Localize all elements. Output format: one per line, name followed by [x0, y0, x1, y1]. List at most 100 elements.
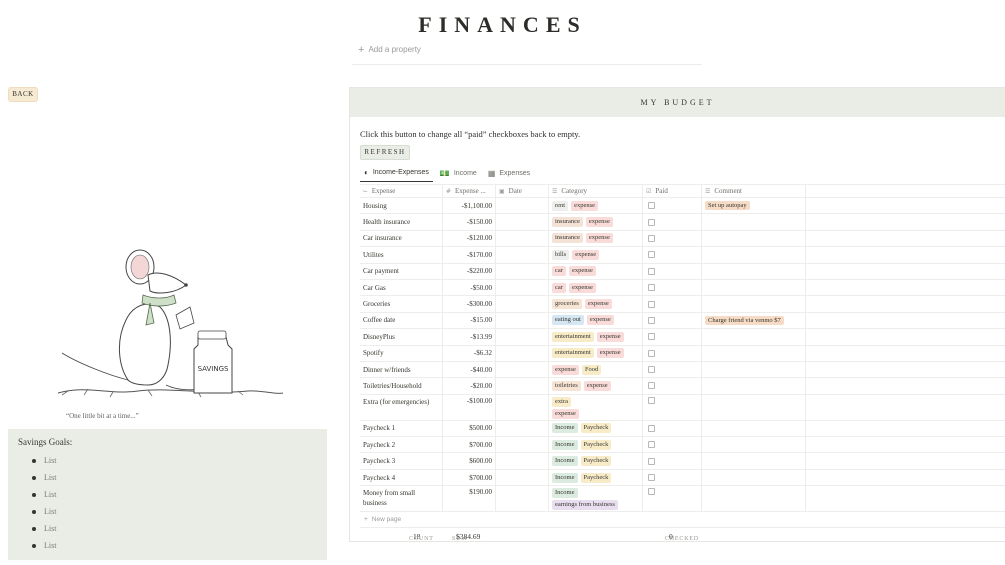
date-cell[interactable] [496, 230, 549, 247]
column-paid[interactable]: ☑ Paid [643, 185, 702, 197]
table-row[interactable]: Dinner w/friends -$40.00 expense Food [360, 361, 1005, 379]
date-cell[interactable] [496, 345, 549, 361]
expense-name-cell[interactable]: Car Gas [360, 279, 443, 296]
amount-cell[interactable]: -$13.99 [443, 329, 496, 345]
paid-checkbox[interactable] [648, 457, 655, 465]
category-cell[interactable]: Income Paycheck [549, 453, 643, 469]
amount-cell[interactable]: -$300.00 [443, 296, 496, 312]
expense-name-cell[interactable]: Paycheck 4 [360, 469, 443, 486]
date-cell[interactable] [496, 279, 549, 296]
paid-checkbox[interactable] [648, 349, 655, 357]
date-cell[interactable] [496, 329, 549, 345]
date-cell[interactable] [496, 469, 549, 486]
comment-cell[interactable] [702, 263, 806, 279]
table-row[interactable]: Health insurance -$150.00 insurance expense [360, 214, 1005, 231]
expense-name-cell[interactable]: Dinner w/friends [360, 361, 443, 378]
date-cell[interactable] [496, 312, 549, 329]
paid-checkbox[interactable] [648, 267, 655, 275]
expense-name-cell[interactable]: Housing [360, 198, 443, 214]
expense-name-cell[interactable]: DisneyPlus [360, 329, 443, 345]
category-cell[interactable]: Income Paycheck [549, 420, 643, 437]
comment-cell[interactable] [702, 361, 806, 378]
comment-cell[interactable] [702, 296, 806, 312]
category-cell[interactable]: toiletries expense [549, 378, 643, 394]
category-cell[interactable]: entertainment expense [549, 345, 643, 361]
column-date[interactable]: ▣ Date [496, 185, 549, 197]
table-row[interactable]: Money from small business $190.00 Income ea… [360, 486, 1005, 513]
comment-cell[interactable] [702, 486, 806, 512]
amount-cell[interactable]: -$120.00 [443, 230, 496, 247]
savings-list-item[interactable]: List [32, 486, 317, 503]
comment-cell[interactable] [702, 453, 806, 469]
expense-name-cell[interactable]: Paycheck 2 [360, 437, 443, 453]
table-row[interactable]: Paycheck 3 $600.00 Income Paycheck [360, 453, 1005, 470]
tab-income-expenses[interactable]: ◐ Income-Expenses [360, 168, 433, 182]
comment-cell[interactable] [702, 420, 806, 437]
amount-cell[interactable]: $190.00 [443, 486, 496, 512]
date-cell[interactable] [496, 361, 549, 378]
date-cell[interactable] [496, 263, 549, 279]
expense-name-cell[interactable]: Spotify [360, 345, 443, 361]
paid-checkbox[interactable] [648, 251, 655, 259]
date-cell[interactable] [496, 437, 549, 453]
date-cell[interactable] [496, 420, 549, 437]
date-cell[interactable] [496, 296, 549, 312]
category-cell[interactable]: rent expense [549, 198, 643, 214]
table-row[interactable]: Paycheck 4 $700.00 Income Paycheck [360, 469, 1005, 487]
paid-checkbox[interactable] [648, 424, 655, 432]
comment-cell[interactable] [702, 247, 806, 263]
amount-cell[interactable]: $500.00 [443, 420, 496, 437]
comment-cell[interactable] [702, 437, 806, 453]
expense-name-cell[interactable]: Paycheck 3 [360, 453, 443, 469]
table-row[interactable]: Housing -$1,100.00 rent expense Set up autop… [360, 198, 1005, 215]
column-expense[interactable]: ⌳ Expense [360, 185, 443, 197]
comment-cell[interactable] [702, 329, 806, 345]
date-cell[interactable] [496, 247, 549, 263]
sum-summary[interactable]: SUM $384.69 [452, 532, 480, 542]
table-row[interactable]: Extra (for emergencies) -$100.00 extra expe… [360, 394, 1005, 421]
expense-name-cell[interactable]: Extra (for emergencies) [360, 394, 443, 420]
amount-cell[interactable]: $600.00 [443, 453, 496, 469]
table-row[interactable]: Toiletries/Household -$20.00 toiletries exp… [360, 378, 1005, 395]
comment-cell[interactable]: Set up autopay [702, 198, 806, 214]
expense-name-cell[interactable]: Toiletries/Household [360, 378, 443, 394]
add-property-button[interactable]: + Add a property [358, 44, 421, 55]
table-row[interactable]: Car Gas -$50.00 car expense [360, 279, 1005, 297]
category-cell[interactable]: car expense [549, 279, 643, 296]
amount-cell[interactable]: -$40.00 [443, 361, 496, 378]
category-cell[interactable]: groceries expense [549, 296, 643, 312]
column-comment[interactable]: ☰ Comment [702, 185, 806, 197]
savings-list-item[interactable]: List [32, 452, 317, 469]
amount-cell[interactable]: -$6.32 [443, 345, 496, 361]
expense-name-cell[interactable]: Car payment [360, 263, 443, 279]
comment-cell[interactable] [702, 469, 806, 486]
category-cell[interactable]: Income earnings from business [549, 486, 643, 512]
category-cell[interactable]: entertainment expense [549, 329, 643, 345]
amount-cell[interactable]: -$100.00 [443, 394, 496, 420]
paid-checkbox[interactable] [648, 333, 655, 341]
amount-cell[interactable]: -$1,100.00 [443, 198, 496, 214]
category-cell[interactable]: bills expense [549, 247, 643, 263]
category-cell[interactable]: extra expense [549, 394, 643, 420]
table-row[interactable]: Car payment -$220.00 car expense [360, 263, 1005, 280]
category-cell[interactable]: Income Paycheck [549, 469, 643, 486]
table-row[interactable]: Utilites -$170.00 bills expense [360, 247, 1005, 264]
category-cell[interactable]: insurance expense [549, 214, 643, 230]
expense-name-cell[interactable]: Coffee date [360, 312, 443, 329]
table-row[interactable]: Paycheck 1 $500.00 Income Paycheck [360, 420, 1005, 438]
comment-cell[interactable] [702, 230, 806, 247]
column-amount[interactable]: # Expense ... [443, 185, 496, 197]
amount-cell[interactable]: -$50.00 [443, 279, 496, 296]
category-cell[interactable]: car expense [549, 263, 643, 279]
paid-checkbox[interactable] [648, 441, 655, 449]
paid-checkbox[interactable] [648, 396, 655, 404]
comment-cell[interactable]: Charge friend via venmo $7 [702, 312, 806, 329]
expense-name-cell[interactable]: Health insurance [360, 214, 443, 230]
savings-list-item[interactable]: List [32, 520, 317, 537]
amount-cell[interactable]: -$15.00 [443, 312, 496, 329]
category-cell[interactable]: Income Paycheck [549, 437, 643, 453]
new-page-button[interactable]: + New page [360, 512, 1005, 529]
category-cell[interactable]: insurance expense [549, 230, 643, 247]
table-row[interactable]: Spotify -$6.32 entertainment expense [360, 345, 1005, 362]
table-row[interactable]: Paycheck 2 $700.00 Income Paycheck [360, 437, 1005, 454]
